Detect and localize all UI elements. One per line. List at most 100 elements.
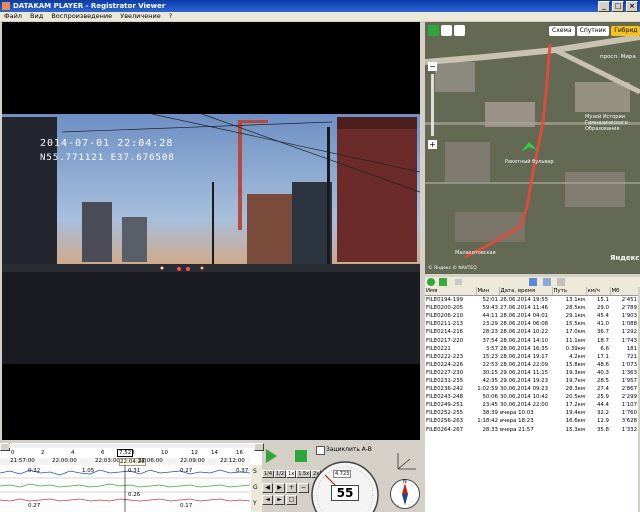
- map-label-street2: Малахитовская: [455, 250, 496, 256]
- table-cell: FILE0200-205: [426, 305, 464, 312]
- table-cell: 181: [626, 345, 637, 352]
- table-row[interactable]: FILE0200-205 59:43 27.06.2014 11:46 28.5км 2…: [425, 304, 638, 312]
- table-cell: FILE0231-235: [426, 377, 464, 384]
- table-cell: 32.2: [596, 410, 609, 417]
- table-cell: 11.1км: [565, 337, 585, 344]
- menu-file[interactable]: Файл: [4, 12, 22, 20]
- table-cell: 27.4: [596, 386, 609, 393]
- settings-icon[interactable]: [543, 278, 551, 286]
- menu-zoom[interactable]: Увеличение: [120, 12, 160, 20]
- speed-1x-button[interactable]: 1x: [286, 470, 297, 478]
- volume-buttons: ◄ ► □: [262, 495, 297, 505]
- magnifier-tool-icon[interactable]: [441, 25, 452, 36]
- timeline-scrollbar[interactable]: [9, 444, 255, 448]
- col-name-header[interactable]: Имя: [425, 287, 477, 296]
- menu-help[interactable]: ?: [169, 12, 172, 20]
- table-cell: 45.4: [596, 313, 609, 320]
- table-cell: 1'107: [621, 402, 637, 409]
- timeline-position-marker[interactable]: 7.52: [117, 449, 134, 457]
- table-row[interactable]: FILE0224-226 22:53 28.06.2014 22:09 15.8км 4…: [425, 361, 638, 369]
- scale-tick: 0: [11, 450, 15, 456]
- delete-icon[interactable]: [557, 278, 565, 286]
- table-cell: 1:02:59: [477, 386, 498, 393]
- table-cell: 1:18:42: [477, 418, 498, 425]
- map-view[interactable]: Схема Спутник Гибрид − + просп. Мира Муз…: [425, 22, 640, 274]
- map-copyright: © Яндекс © NAVTEQ: [428, 266, 477, 271]
- tab-scheme[interactable]: Схема: [549, 26, 575, 36]
- add-file-icon[interactable]: [427, 278, 435, 286]
- ruler-tool-icon[interactable]: [454, 25, 465, 36]
- table-row[interactable]: FILE0206-210 44:11 28.06.2014 04:01 29.1км 4…: [425, 312, 638, 320]
- table-cell: 17.1: [596, 353, 609, 360]
- table-row[interactable]: FILE0231-235 42:35 29.06.2014 19:23 19.7км 2…: [425, 377, 638, 385]
- speed-quarter-button[interactable]: 1/4: [262, 470, 275, 478]
- export-icon[interactable]: [455, 279, 462, 285]
- table-cell: 2'867: [621, 386, 637, 393]
- col-date-header[interactable]: Дата, время: [499, 287, 553, 296]
- table-cell: 26.06.2014 19:55: [500, 297, 549, 304]
- col-min-header[interactable]: Мин: [476, 287, 500, 296]
- table-row[interactable]: FILE0243-248 50:06 30.06.2014 10:42 20.5км 2…: [425, 393, 638, 401]
- menu-view[interactable]: Вид: [30, 12, 43, 20]
- volume-up-icon[interactable]: ►: [274, 495, 285, 505]
- video-coords: N55.771121 E37.676508: [40, 153, 175, 163]
- map-zoom-out-button[interactable]: −: [428, 62, 437, 71]
- save-icon[interactable]: [529, 278, 537, 286]
- fullscreen-icon[interactable]: □: [286, 495, 297, 505]
- map-zoom-slider[interactable]: [431, 74, 434, 136]
- col-speed-header[interactable]: км/ч: [586, 287, 611, 296]
- table-cell: 1'332: [621, 426, 637, 433]
- table-cell: 22:53: [482, 361, 498, 368]
- loop-checkbox[interactable]: [316, 446, 325, 455]
- graph-value: 0.27: [180, 468, 193, 474]
- col-path-header[interactable]: Путь: [552, 287, 587, 296]
- table-row[interactable]: FILE0227-230 30:15 29.06.2014 11:15 19.3км 4…: [425, 369, 638, 377]
- tab-hybrid[interactable]: Гибрид: [611, 26, 640, 36]
- table-row[interactable]: FILE0211-213 23:29 28.06.2014 06:08 15.5км 4…: [425, 320, 638, 328]
- compass-letter: N: [403, 479, 407, 485]
- video-frame[interactable]: 2014-07-01 22:04:28 N55.771121 E37.67650…: [2, 22, 420, 440]
- table-cell: 30.06.2014 10:42: [500, 394, 549, 401]
- zoom-out-icon[interactable]: −: [298, 483, 309, 493]
- table-cell: 721: [626, 353, 637, 360]
- table-cell: 19.4км: [565, 410, 585, 417]
- table-row[interactable]: FILE0221 3:57 28.06.2014 16:35 0.39км 6.6 181: [425, 345, 638, 353]
- table-cell: 35.8: [596, 426, 609, 433]
- hand-tool-icon[interactable]: [428, 25, 439, 36]
- play-icon[interactable]: [266, 449, 277, 463]
- table-row[interactable]: FILE0194-199 52:01 26.06.2014 19:55 13.1км 1…: [425, 296, 638, 305]
- table-cell: вчера 18:23: [500, 418, 534, 425]
- table-cell: 19.7км: [565, 377, 585, 384]
- table-row[interactable]: FILE0222-223 15:23 28.06.2014 19:17 4.2км 17…: [425, 353, 638, 361]
- tab-satellite[interactable]: Спутник: [576, 26, 610, 36]
- open-folder-icon[interactable]: [439, 278, 447, 286]
- close-button[interactable]: ×: [626, 1, 638, 12]
- table-row[interactable]: FILE0252-255 38:39 вчера 10:03 19.4км 32.2 1'…: [425, 409, 638, 417]
- table-cell: 28:23: [482, 329, 498, 336]
- table-row[interactable]: FILE0214-216 28:23 28.06.2014 10:22 17.0км 3…: [425, 328, 638, 336]
- table-row[interactable]: FILE0236-242 1:02:59 30.06.2014 09:23 28.3к…: [425, 385, 638, 393]
- table-cell: 28.06.2014 16:35: [500, 345, 549, 352]
- table-cell: FILE0194-199: [426, 297, 464, 304]
- table-cell: 2'451: [621, 297, 637, 304]
- map-zoom-in-button[interactable]: +: [428, 140, 437, 149]
- maximize-button[interactable]: □: [612, 1, 624, 12]
- minimize-button[interactable]: _: [598, 1, 610, 12]
- speed-half-button[interactable]: 1/2: [274, 470, 287, 478]
- stop-icon[interactable]: [295, 450, 307, 462]
- window-title: DATAKAM PLAYER - Registrator Viewer: [13, 2, 166, 10]
- table-row[interactable]: FILE0264-267 28:33 вчера 21:57 15.3км 35.8 1'…: [425, 426, 638, 434]
- scale-tick: 6: [101, 450, 105, 456]
- table-cell: вчера 21:57: [500, 426, 534, 433]
- step-back-icon[interactable]: ◀: [262, 483, 273, 493]
- table-row[interactable]: FILE0217-220 37:54 28.06.2014 14:10 11.1км 1…: [425, 336, 638, 344]
- menu-playback[interactable]: Воспроизведение: [51, 12, 112, 20]
- table-row[interactable]: FILE0256-263 1:18:42 вчера 18:23 16.6км 12.9…: [425, 417, 638, 425]
- table-cell: FILE0236-242: [426, 386, 464, 393]
- table-row[interactable]: FILE0249-251 23:45 30.06.2014 22:00 17.2км 4…: [425, 401, 638, 409]
- col-size-header[interactable]: Мб: [610, 287, 638, 296]
- zoom-in-icon[interactable]: +: [286, 483, 297, 493]
- volume-down-icon[interactable]: ◄: [262, 495, 273, 505]
- table-cell: 4.2км: [569, 353, 585, 360]
- step-forward-icon[interactable]: ▶: [274, 483, 285, 493]
